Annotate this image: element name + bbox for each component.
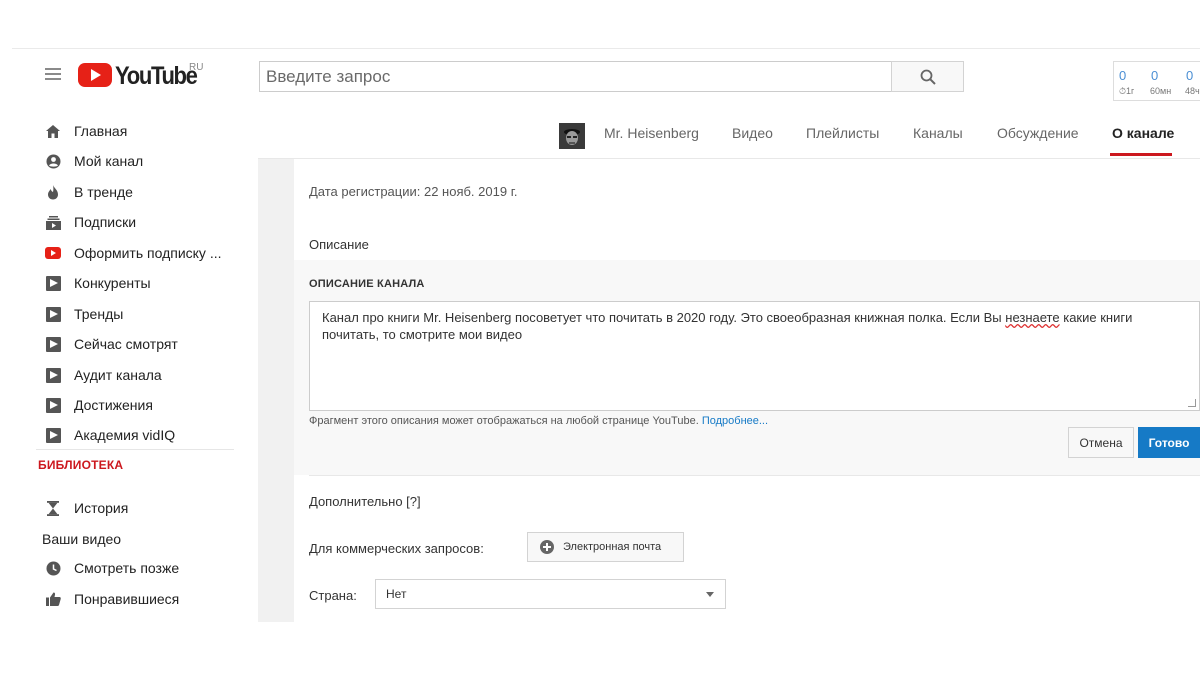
stat-label: 60мн [1150,86,1172,96]
youtube-window: YouTube RU 0 0 0 ⏱1г 60мн 48ч Главная Мо [12,48,1200,622]
sidebar-item-channel-audit[interactable]: Аудит канала [12,361,242,389]
sidebar-item-trends[interactable]: Тренды [12,300,242,328]
hamburger-menu-icon[interactable] [45,68,61,82]
logo-region: RU [189,62,204,73]
subscriptions-icon [45,214,61,230]
sidebar-item-label: Смотреть позже [74,560,180,576]
add-circle-icon [540,540,554,554]
sidebar-item-label: Аудит канала [74,367,162,383]
about-panel: Дата регистрации: 22 нояб. 2019 г. Описа… [294,160,1200,622]
sidebar-item-label: Академия vidIQ [74,427,176,443]
sidebar-item-label: Понравившиеся [74,591,180,607]
channel-tabs: Mr. Heisenberg Видео Плейлисты Каналы Об… [258,111,1200,159]
stat-value: 0 [1186,68,1194,83]
vidiq-icon [45,306,61,322]
sidebar-item-label: Конкуренты [74,275,151,291]
sidebar-item-label: Тренды [74,306,124,322]
sidebar-divider [36,449,234,450]
tab-discussion[interactable]: Обсуждение [997,125,1079,141]
sidebar: Главная Мой канал В тренде Подписки Офор… [12,111,258,622]
description-text: Канал про книги Mr. Heisenberg посоветуе… [322,310,1006,325]
youtube-red-icon [45,245,61,261]
account-icon [45,153,61,169]
logo-text: YouTube [115,62,198,90]
vidiq-stats-widget[interactable]: 0 0 0 ⏱1г 60мн 48ч [1113,61,1200,101]
sidebar-item-label: Сейчас смотрят [74,336,178,352]
youtube-logo[interactable]: YouTube RU [78,62,208,90]
stat-label: 48ч [1185,86,1200,96]
country-select[interactable]: Нет [375,579,726,609]
stat-value: 0 [1119,68,1127,83]
content-gutter [258,159,294,622]
tab-channels[interactable]: Каналы [913,125,963,141]
search-icon [920,69,936,85]
add-email-button[interactable]: Электронная почта [527,532,684,562]
learn-more-link[interactable]: Подробнее... [702,415,768,427]
registration-date: Дата регистрации: 22 нояб. 2019 г. [309,184,518,199]
hint-text: Фрагмент этого описания может отображать… [309,415,702,427]
vidiq-icon [45,336,61,352]
your-videos-link[interactable]: Ваши видео [42,531,121,547]
sidebar-item-label: В тренде [74,184,133,200]
description-field-label: ОПИСАНИЕ КАНАЛА [309,278,425,290]
thumbs-up-icon [45,591,61,607]
vidiq-icon [45,367,61,383]
sidebar-item-label: Мой канал [74,153,144,169]
section-divider [309,475,1200,476]
description-heading: Описание [309,237,369,252]
sidebar-item-achievements[interactable]: Достижения [12,391,242,419]
sidebar-item-trending[interactable]: В тренде [12,178,242,206]
search-button[interactable] [891,61,964,92]
vidiq-icon [45,275,61,291]
country-label: Страна: [309,588,357,603]
sidebar-item-vidiq-academy[interactable]: Академия vidIQ [12,421,242,449]
vidiq-icon [45,397,61,413]
description-hint: Фрагмент этого описания может отображать… [309,415,768,427]
vidiq-icon [45,427,61,443]
tab-about[interactable]: О канале [1112,125,1174,141]
tab-playlists[interactable]: Плейлисты [806,125,879,141]
sidebar-item-competitors[interactable]: Конкуренты [12,269,242,297]
stat-label: ⏱1г [1119,86,1135,96]
clock-icon [45,560,61,576]
sidebar-item-label: Главная [74,123,128,139]
sidebar-item-label: Подписки [74,214,137,230]
library-heading: БИБЛИОТЕКА [38,458,124,472]
youtube-play-icon [78,63,112,87]
sidebar-item-label: Оформить подписку ... [74,245,222,261]
flame-icon [45,184,61,200]
hourglass-icon [45,500,61,516]
search-box [259,61,892,92]
tab-videos[interactable]: Видео [732,125,773,141]
sidebar-item-home[interactable]: Главная [12,117,242,145]
additional-heading: Дополнительно [?] [309,494,421,509]
sidebar-item-label: Достижения [74,397,153,413]
business-inquiries-label: Для коммерческих запросов: [309,541,484,556]
channel-avatar[interactable] [559,123,585,149]
sidebar-item-my-channel[interactable]: Мой канал [12,147,242,175]
save-button[interactable]: Готово [1138,427,1200,458]
misspelled-word: незнаете [1005,310,1060,325]
email-button-label: Электронная почта [563,541,662,553]
channel-name-link[interactable]: Mr. Heisenberg [604,125,699,141]
active-tab-indicator [1110,153,1172,156]
sidebar-item-history[interactable]: История [12,494,242,522]
sidebar-item-watching-now[interactable]: Сейчас смотрят [12,330,242,358]
chevron-down-icon [706,592,714,597]
sidebar-item-liked[interactable]: Понравившиеся [12,585,242,613]
home-icon [45,123,61,139]
cancel-button[interactable]: Отмена [1068,427,1134,458]
sidebar-item-subscriptions[interactable]: Подписки [12,208,242,236]
country-value: Нет [386,587,407,601]
sidebar-item-watch-later[interactable]: Смотреть позже [12,554,242,582]
stat-value: 0 [1151,68,1159,83]
sidebar-item-premium[interactable]: Оформить подписку ... [12,239,242,267]
resize-handle[interactable] [1188,399,1196,407]
search-input[interactable] [260,62,891,91]
description-textarea[interactable]: Канал про книги Mr. Heisenberg посоветуе… [309,301,1200,411]
sidebar-item-label: История [74,500,129,516]
